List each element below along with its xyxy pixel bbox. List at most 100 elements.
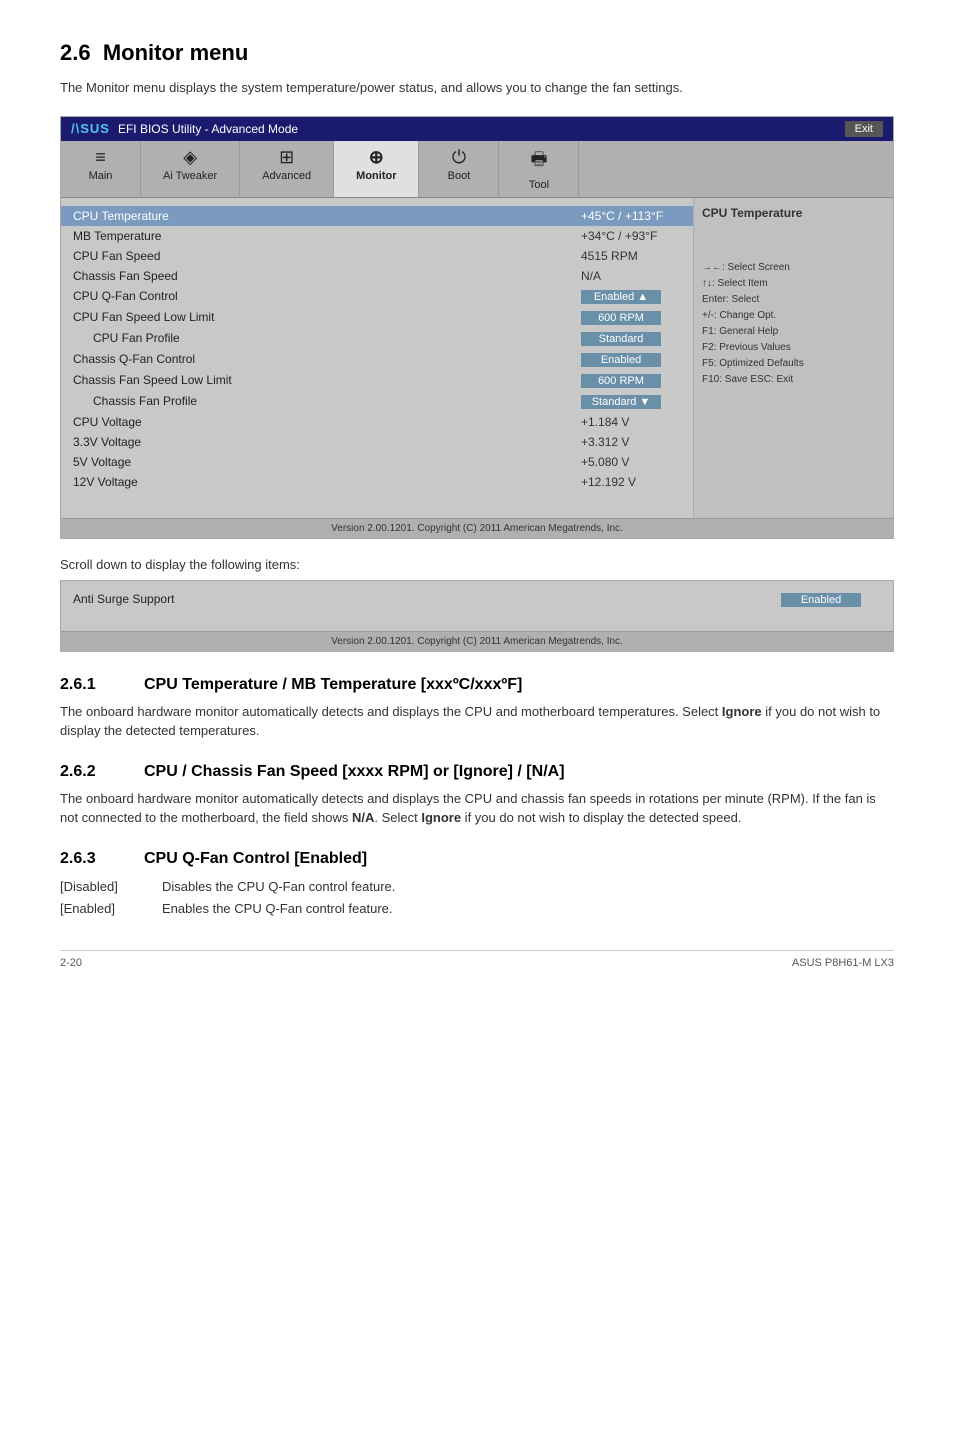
option-key: [Disabled]	[60, 876, 150, 898]
help-line: ↑↓: Select Item	[702, 276, 885, 292]
bios-badge: Standard ▼	[581, 395, 661, 409]
bios-row[interactable]: 3.3V Voltage+3.312 V	[61, 432, 693, 452]
bios-row-value: Standard	[581, 331, 681, 346]
option-value: Enables the CPU Q-Fan control feature.	[162, 898, 393, 920]
bios-titlebar: /\SUS EFI BIOS Utility - Advanced Mode E…	[61, 117, 893, 141]
ai-tweaker-icon: ◈	[183, 147, 197, 168]
bios-row[interactable]: Anti Surge SupportEnabled	[61, 589, 893, 610]
bios-row-label: CPU Fan Profile	[73, 331, 581, 345]
subsection-title: 2.6.1CPU Temperature / MB Temperature [x…	[60, 676, 894, 694]
options-table: [Disabled] Disables the CPU Q-Fan control…	[60, 876, 894, 920]
tab-boot[interactable]: ⏻ Boot	[419, 141, 499, 197]
help-line: F5: Optimized Defaults	[702, 356, 885, 372]
bios-row[interactable]: Chassis Q-Fan ControlEnabled	[61, 349, 693, 370]
subsection-label: CPU Q-Fan Control [Enabled]	[144, 850, 367, 868]
subsection-desc: The onboard hardware monitor automatical…	[60, 702, 894, 741]
tab-main-label: Main	[89, 170, 113, 182]
option-value: Disables the CPU Q-Fan control feature.	[162, 876, 395, 898]
tab-tool-label: Tool	[529, 179, 549, 191]
bios-row-value: 600 RPM	[581, 310, 681, 325]
subsection-title: 2.6.3 CPU Q-Fan Control [Enabled]	[60, 850, 894, 868]
bios-small-content: Anti Surge SupportEnabled	[61, 581, 893, 631]
bios-row-value: 4515 RPM	[581, 249, 681, 263]
bios-row[interactable]: 5V Voltage+5.080 V	[61, 452, 693, 472]
bios-row[interactable]: Chassis Fan Speed Low Limit600 RPM	[61, 370, 693, 391]
bios-row[interactable]: 12V Voltage+12.192 V	[61, 472, 693, 492]
option-row: [Disabled] Disables the CPU Q-Fan control…	[60, 876, 894, 898]
help-line: F10: Save ESC: Exit	[702, 372, 885, 388]
bios-row-label: MB Temperature	[73, 229, 581, 243]
option-row: [Enabled] Enables the CPU Q-Fan control f…	[60, 898, 894, 920]
sidebar-help: →←: Select Screen↑↓: Select ItemEnter: S…	[702, 260, 885, 388]
bios-footer: Version 2.00.1201. Copyright (C) 2011 Am…	[61, 518, 893, 538]
main-icon: ≡	[95, 147, 106, 168]
bios-row-label: Chassis Q-Fan Control	[73, 352, 581, 366]
section-desc: The Monitor menu displays the system tem…	[60, 78, 894, 98]
bios-row[interactable]: CPU Voltage+1.184 V	[61, 412, 693, 432]
bios-row-value: N/A	[581, 269, 681, 283]
tab-main[interactable]: ≡ Main	[61, 141, 141, 197]
bios-row[interactable]: CPU Fan Speed Low Limit600 RPM	[61, 307, 693, 328]
bios-row-value: 600 RPM	[581, 373, 681, 388]
tab-advanced-label: Advanced	[262, 170, 311, 182]
bios-row-label: Chassis Fan Speed	[73, 269, 581, 283]
subsection-number: 2.6.3	[60, 850, 120, 868]
bios-frame-main: /\SUS EFI BIOS Utility - Advanced Mode E…	[60, 116, 894, 539]
help-line: F2: Previous Values	[702, 340, 885, 356]
help-line: F1: General Help	[702, 324, 885, 340]
bios-content: CPU Temperature+45°C / +113°FMB Temperat…	[61, 198, 893, 518]
bios-row[interactable]: MB Temperature+34°C / +93°F	[61, 226, 693, 246]
subsection-label: CPU / Chassis Fan Speed [xxxx RPM] or [I…	[144, 763, 565, 781]
subsection: 2.6.1CPU Temperature / MB Temperature [x…	[60, 676, 894, 741]
bios-row-value: Enabled	[781, 592, 881, 607]
bios-row-value: +5.080 V	[581, 455, 681, 469]
bios-row[interactable]: CPU Fan ProfileStandard	[61, 328, 693, 349]
tool-icon: 🖶	[530, 147, 547, 177]
bios-badge: Standard	[581, 332, 661, 346]
product-name: ASUS P8H61-M LX3	[792, 957, 894, 969]
bios-row-label: CPU Voltage	[73, 415, 581, 429]
bios-row[interactable]: CPU Fan Speed4515 RPM	[61, 246, 693, 266]
bios-row-label: 3.3V Voltage	[73, 435, 581, 449]
help-line: +/-: Change Opt.	[702, 308, 885, 324]
bios-row-value: +45°C / +113°F	[581, 209, 681, 223]
sidebar-title: CPU Temperature	[702, 206, 885, 220]
tab-advanced[interactable]: ⊞ Advanced	[240, 141, 334, 197]
subsection-label: CPU Temperature / MB Temperature [xxxºC/…	[144, 676, 522, 694]
bios-row-label: Chassis Fan Speed Low Limit	[73, 373, 581, 387]
bios-badge: Enabled	[781, 593, 861, 607]
page-number: 2-20	[60, 957, 82, 969]
bios-row-value: Standard ▼	[581, 394, 681, 409]
scroll-label: Scroll down to display the following ite…	[60, 557, 894, 572]
bios-badge: 600 RPM	[581, 374, 661, 388]
bios-row-label: CPU Fan Speed	[73, 249, 581, 263]
bios-badge: Enabled ▲	[581, 290, 661, 304]
tab-ai-tweaker[interactable]: ◈ Ai Tweaker	[141, 141, 240, 197]
boot-icon: ⏻	[452, 147, 466, 168]
tab-ai-tweaker-label: Ai Tweaker	[163, 170, 217, 182]
bios-row[interactable]: Chassis Fan ProfileStandard ▼	[61, 391, 693, 412]
exit-button[interactable]: Exit	[845, 121, 883, 137]
bios-row-value: Enabled ▲	[581, 289, 681, 304]
bios-row-value: +3.312 V	[581, 435, 681, 449]
bios-row[interactable]: CPU Temperature+45°C / +113°F	[61, 206, 693, 226]
tab-tool[interactable]: 🖶 Tool	[499, 141, 579, 197]
page-footer: 2-20 ASUS P8H61-M LX3	[60, 950, 894, 969]
bios-frame-small: Anti Surge SupportEnabled Version 2.00.1…	[60, 580, 894, 652]
bios-row-label: Chassis Fan Profile	[73, 394, 581, 408]
option-key: [Enabled]	[60, 898, 150, 920]
bios-row-label: Anti Surge Support	[73, 592, 781, 606]
bios-subtitle: EFI BIOS Utility - Advanced Mode	[118, 122, 298, 136]
section-title: 2.6 Monitor menu	[60, 40, 894, 66]
tab-monitor-label: Monitor	[356, 170, 396, 182]
bios-small-main: Anti Surge SupportEnabled	[61, 581, 893, 631]
bios-row-label: 5V Voltage	[73, 455, 581, 469]
bios-row[interactable]: Chassis Fan SpeedN/A	[61, 266, 693, 286]
tab-monitor[interactable]: ⊕ Monitor	[334, 141, 419, 197]
bios-row[interactable]: CPU Q-Fan ControlEnabled ▲	[61, 286, 693, 307]
bios-row-label: CPU Temperature	[73, 209, 581, 223]
subsection: 2.6.2CPU / Chassis Fan Speed [xxxx RPM] …	[60, 763, 894, 828]
help-line: Enter: Select	[702, 292, 885, 308]
bios-nav: ≡ Main ◈ Ai Tweaker ⊞ Advanced ⊕ Monitor…	[61, 141, 893, 198]
subsection: 2.6.3 CPU Q-Fan Control [Enabled] [Disable…	[60, 850, 894, 920]
